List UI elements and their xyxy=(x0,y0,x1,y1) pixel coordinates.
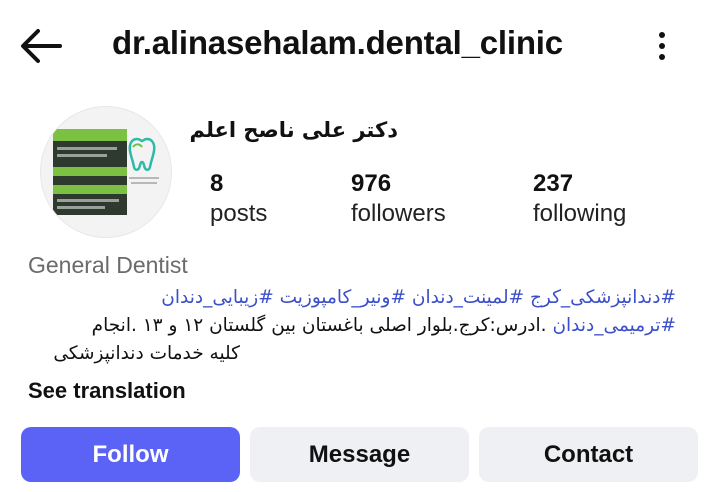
follow-button[interactable]: Follow xyxy=(21,427,240,482)
bio-address-line: #ترمیمی_دندان .ادرس:کرج.بلوار اصلی باغست… xyxy=(28,315,676,336)
following-count: 237 xyxy=(533,170,574,197)
profile-username: dr.alinasehalam.dental_clinic xyxy=(112,24,563,61)
bio-services-line: کلیه خدمات دندانپزشکی xyxy=(53,343,240,364)
posts-stat[interactable]: 8 posts xyxy=(210,170,267,228)
followers-stat[interactable]: 976 followers xyxy=(351,170,446,228)
bio-hashtag-link[interactable]: #ترمیمی_دندان xyxy=(552,315,676,336)
more-options-icon[interactable] xyxy=(650,28,674,64)
contact-button[interactable]: Contact xyxy=(479,427,698,482)
profile-category: General Dentist xyxy=(28,252,188,278)
followers-label: followers xyxy=(351,200,446,227)
bio-address-text: .ادرس:کرج.بلوار اصلی باغستان بین گلستان … xyxy=(91,315,553,336)
bio-hashtags-line[interactable]: #دندانپزشکی_کرج #لمینت_دندان #ونیر_کامپو… xyxy=(28,287,676,308)
back-arrow-icon[interactable] xyxy=(18,26,64,66)
avatar[interactable] xyxy=(40,106,172,238)
see-translation-link[interactable]: See translation xyxy=(28,378,186,404)
message-button[interactable]: Message xyxy=(250,427,469,482)
display-name: دکتر علی ناصح اعلم xyxy=(189,118,398,142)
following-stat[interactable]: 237 following xyxy=(533,170,626,228)
posts-count: 8 xyxy=(210,170,224,197)
posts-label: posts xyxy=(210,200,268,227)
followers-count: 976 xyxy=(351,170,392,197)
following-label: following xyxy=(533,200,627,227)
